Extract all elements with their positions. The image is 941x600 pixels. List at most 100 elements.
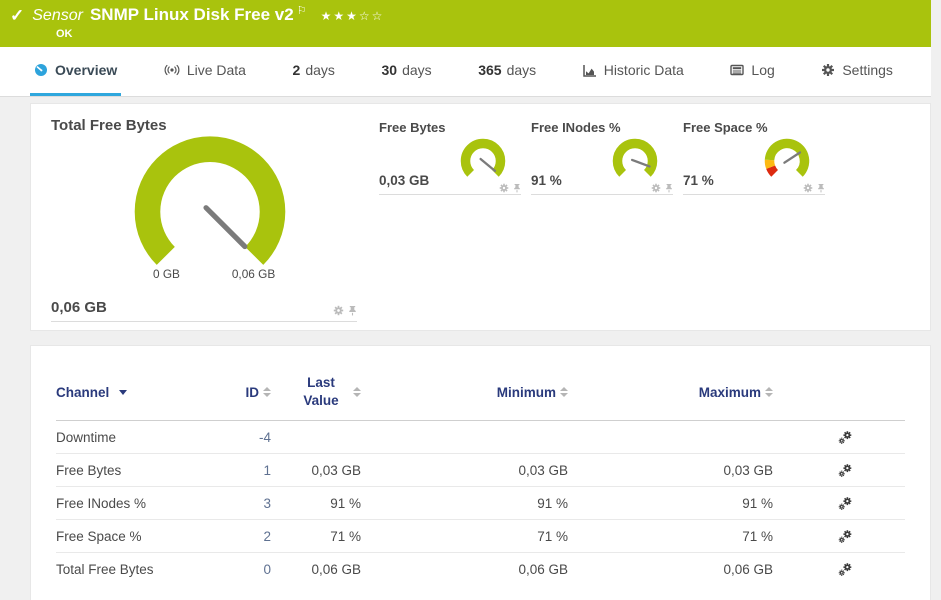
gauge-needle [479,157,497,173]
channel-settings-gear-icon[interactable] [651,183,661,193]
mini-gauges: Free Bytes 0,03 GB Free INodes % 91 % Fr… [379,117,835,330]
gear-icon [821,63,835,77]
minimum-value: 71 % [537,528,568,544]
tab-label: days [506,62,537,78]
gauge-max-label: 0,06 GB [232,267,276,281]
mini-gauge-chart [612,138,658,177]
table-row-total-free-bytes[interactable]: Total Free Bytes 0 0,06 GB 0,06 GB 0,06 … [56,552,905,585]
pin-channel-icon[interactable] [513,183,521,193]
main-gauge-chart: 0 GB 0,06 GB [134,136,286,281]
tab-log[interactable]: Log [726,47,778,96]
sorted-desc-icon [119,389,128,395]
channel-id: 1 [263,462,271,478]
mini-gauge-free-inodes: Free INodes % 91 % [531,117,683,330]
channel-settings-gears-icon[interactable] [838,430,853,445]
pin-channel-icon[interactable] [348,305,357,316]
channel-name: Free Space % [56,528,142,544]
column-header-minimum[interactable]: Minimum [497,385,568,400]
maximum-value: 0,06 GB [723,561,773,577]
live-data-icon [164,64,180,76]
table-row-free-space[interactable]: Free Space % 2 71 % 71 % 71 % [56,519,905,552]
table-row-free-inodes[interactable]: Free INodes % 3 91 % 91 % 91 % [56,486,905,519]
table-row-downtime[interactable]: Downtime -4 [56,420,905,453]
tab-bar: Overview Live Data 2 days 30 days 365 da… [0,47,931,97]
channel-id: 2 [263,528,271,544]
channel-table: Channel ID Last Value Minimum Maximum Do… [30,345,931,600]
main-gauge-value: 0,06 GB [51,299,107,316]
tab-30-days[interactable]: 30 days [377,47,435,96]
channel-id: 3 [263,495,271,511]
tab-label: days [305,62,335,78]
sort-arrows-icon [353,387,361,398]
channel-settings-gears-icon[interactable] [838,463,853,478]
table-row-free-bytes[interactable]: Free Bytes 1 0,03 GB 0,03 GB 0,03 GB [56,453,905,486]
tab-label: Historic Data [603,62,684,78]
mini-gauge-free-bytes: Free Bytes 0,03 GB [379,117,531,330]
mini-gauge-value: 91 % [531,173,562,188]
maximum-value: 91 % [742,495,773,511]
historic-chart-icon [583,64,597,77]
maximum-value: 0,03 GB [723,462,773,478]
mini-gauge-value: 71 % [683,173,714,188]
object-kind-label: Sensor [32,7,83,24]
tab-number: 365 [478,62,502,78]
channel-settings-gears-icon[interactable] [838,562,853,577]
channel-settings-gear-icon[interactable] [803,183,813,193]
channel-name: Downtime [56,429,117,445]
tab-settings[interactable]: Settings [817,47,897,96]
table-header-row: Channel ID Last Value Minimum Maximum [56,374,905,420]
mini-gauge-chart [460,138,506,177]
maximum-value: 71 % [742,528,773,544]
minimum-value: 0,06 GB [518,561,568,577]
flag-icon[interactable]: ⚐ [297,4,307,17]
channel-id: -4 [258,429,271,445]
column-header-id[interactable]: ID [246,385,271,400]
tab-label: days [402,62,432,78]
tab-number: 2 [292,62,301,78]
column-header-channel[interactable]: Channel [56,385,221,400]
tab-label: Overview [55,62,118,78]
channel-name: Free INodes % [56,495,147,511]
gauge-needle [203,205,248,250]
log-icon [730,64,744,76]
sort-arrows-icon [263,387,271,398]
tab-historic-data[interactable]: Historic Data [579,47,688,96]
tab-live-data[interactable]: Live Data [160,47,250,96]
channel-settings-gears-icon[interactable] [838,496,853,511]
mini-gauge-chart [764,138,810,177]
channel-name: Free Bytes [56,462,122,478]
channel-settings-gear-icon[interactable] [499,183,509,193]
sort-arrows-icon [765,387,773,398]
tab-365-days[interactable]: 365 days [474,47,540,96]
gauge-icon [34,63,48,77]
tab-number: 30 [381,62,398,78]
channel-id: 0 [263,561,271,577]
pin-channel-icon[interactable] [665,183,673,193]
last-value: 0,03 GB [311,462,361,478]
gauges-panel: Total Free Bytes 0 GB 0,06 GB 0,06 GB Fr… [30,103,931,331]
tab-2-days[interactable]: 2 days [289,47,339,96]
mini-gauge-free-space: Free Space % 71 % [683,117,835,330]
pin-channel-icon[interactable] [817,183,825,193]
sensor-status-header: ✓ Sensor SNMP Linux Disk Free v2 ⚐ ★★★☆☆… [0,0,931,47]
minimum-value: 0,03 GB [518,462,568,478]
last-value: 91 % [330,495,361,511]
sort-arrows-icon [560,387,568,398]
minimum-value: 91 % [537,495,568,511]
channel-settings-gear-icon[interactable] [333,305,344,316]
priority-stars[interactable]: ★★★☆☆ [321,9,385,23]
last-value: 71 % [330,528,361,544]
column-header-last-value[interactable]: Last Value [293,374,361,410]
tab-label: Settings [842,62,893,78]
tab-label: Log [751,62,775,78]
sensor-title: SNMP Linux Disk Free v2 [89,5,294,24]
column-header-maximum[interactable]: Maximum [699,385,773,400]
gauge-min-label: 0 GB [153,267,180,281]
channel-settings-gears-icon[interactable] [838,529,853,544]
mini-gauge-value: 0,03 GB [379,173,430,188]
page: ✓ Sensor SNMP Linux Disk Free v2 ⚐ ★★★☆☆… [0,0,931,600]
status-badge: OK [56,28,73,40]
table-body: Downtime -4 Free Bytes 1 0,03 GB 0,03 GB… [56,420,905,585]
tab-overview[interactable]: Overview [30,47,122,96]
main-gauge-block: Total Free Bytes 0 GB 0,06 GB 0,06 GB [51,117,369,330]
